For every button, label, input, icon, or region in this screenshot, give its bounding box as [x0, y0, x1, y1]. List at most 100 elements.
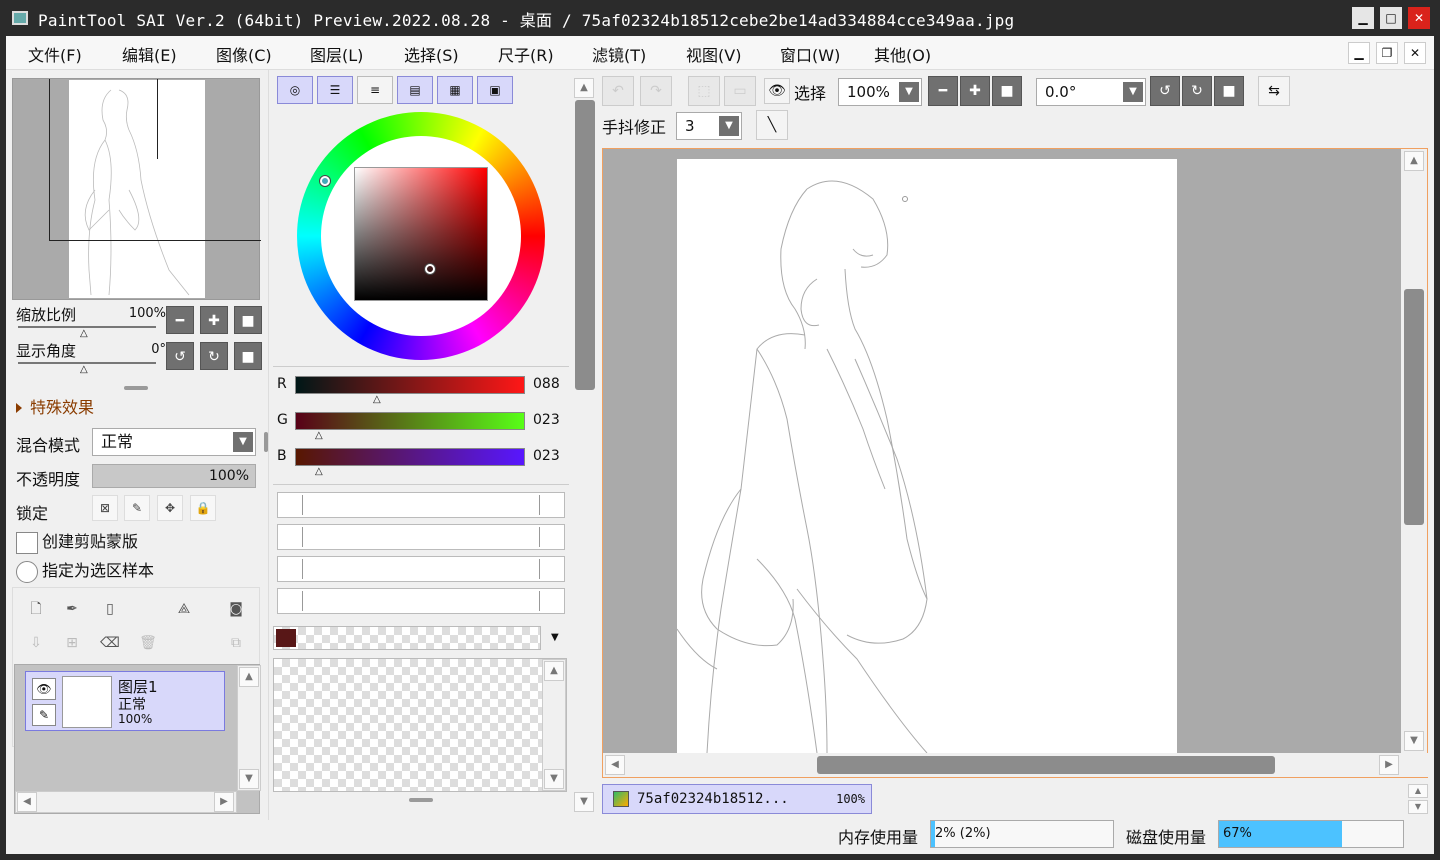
menu-edit[interactable]: 编辑(E) [122, 42, 177, 66]
tab-swatches[interactable]: ▦ [437, 76, 473, 104]
green-value[interactable]: 023 [533, 412, 560, 428]
current-color-swatch[interactable] [276, 629, 296, 647]
checkbox-box[interactable] [16, 560, 38, 583]
menu-layer[interactable]: 图层(L) [310, 42, 363, 66]
color-slider-slot[interactable] [277, 588, 565, 614]
deselect-button[interactable]: ⬚ [688, 76, 720, 106]
merge-down-icon[interactable]: ⊞ [61, 632, 83, 654]
zoom-in-button[interactable]: ✚ [200, 306, 228, 334]
red-thumb[interactable]: △ [373, 394, 381, 405]
document-tab[interactable]: 75af02324b18512... 100% [602, 784, 872, 814]
tab-scroll-down-icon[interactable]: ▼ [1408, 800, 1428, 814]
angle-select[interactable]: 0.0° ▼ [1036, 78, 1146, 106]
scroll-left-icon[interactable]: ◀ [605, 755, 625, 775]
selection-source-checkbox[interactable]: 指定为选区样本 [16, 557, 154, 583]
scroll-up-icon[interactable]: ▲ [239, 667, 259, 687]
clear-layer-icon[interactable]: ⌫ [99, 632, 121, 654]
chevron-down-icon[interactable]: ▼ [551, 632, 559, 643]
menu-image[interactable]: 图像(C) [216, 42, 272, 66]
undo-button[interactable]: ↶ [602, 76, 634, 106]
scroll-right-icon[interactable]: ▶ [214, 792, 234, 812]
clipping-mask-checkbox[interactable]: 创建剪贴蒙版 [16, 528, 138, 554]
scroll-down-icon[interactable]: ▼ [544, 769, 564, 789]
menu-filter[interactable]: 滤镜(T) [592, 42, 646, 66]
menu-file[interactable]: 文件(F) [28, 42, 82, 66]
scroll-left-icon[interactable]: ◀ [17, 792, 37, 812]
rotate-left-button[interactable]: ↺ [1150, 76, 1180, 106]
document-minimize-button[interactable]: ▁ [1348, 42, 1370, 64]
scratchpad-scrollbar[interactable]: ▲ ▼ [542, 659, 566, 791]
delete-layer-icon[interactable]: 🗑 [137, 632, 159, 654]
hue-picker[interactable] [320, 176, 330, 186]
opacity-slider[interactable]: 100% [92, 464, 256, 488]
straight-line-button[interactable]: ╲ [756, 110, 788, 140]
scroll-down-icon[interactable]: ▼ [239, 769, 259, 789]
scroll-down-icon[interactable]: ▼ [1404, 731, 1424, 751]
apply-mask-icon[interactable]: ⧉ [225, 632, 247, 654]
red-value[interactable]: 088 [533, 376, 560, 392]
rotate-reset-button[interactable]: ■ [1214, 76, 1244, 106]
stabilizer-select[interactable]: 3 ▼ [676, 112, 742, 140]
scrollbar-thumb[interactable] [575, 100, 595, 390]
rotate-right-button[interactable]: ↻ [1182, 76, 1212, 106]
canvas-viewport[interactable]: ▲ ▼ ◀ ▶ [602, 148, 1429, 778]
menu-window[interactable]: 窗口(W) [780, 42, 840, 66]
eye-icon[interactable]: 👁 [764, 78, 790, 104]
tab-rgb-sliders[interactable]: ☰ [317, 76, 353, 104]
menu-select[interactable]: 选择(S) [404, 42, 459, 66]
new-linework-layer-icon[interactable]: ✒ [61, 598, 83, 620]
tool-panel-scrollbar[interactable]: ▲ ▼ [572, 70, 598, 820]
lock-move-button[interactable]: ✥ [157, 495, 183, 521]
lock-transparency-button[interactable]: ⊠ [92, 495, 118, 521]
layer-list-hscrollbar[interactable]: ◀ ▶ [15, 791, 237, 813]
color-slider-slot[interactable] [277, 524, 565, 550]
close-button[interactable]: ✕ [1408, 7, 1430, 29]
lock-paint-button[interactable]: ✎ [124, 495, 150, 521]
zoom-out-button[interactable]: ━ [166, 306, 194, 334]
menu-other[interactable]: 其他(O) [874, 42, 931, 66]
rotate-right-button[interactable]: ↻ [200, 342, 228, 370]
lock-all-button[interactable]: 🔒 [190, 495, 216, 521]
pen-icon[interactable]: ✎ [32, 704, 56, 726]
invert-selection-button[interactable]: ▭ [724, 76, 756, 106]
zoom-reset-button[interactable]: ■ [234, 306, 262, 334]
red-track[interactable] [295, 376, 525, 394]
scroll-up-icon[interactable]: ▲ [544, 661, 564, 681]
tab-scratchpad[interactable]: ▣ [477, 76, 513, 104]
scratchpad[interactable]: ▲ ▼ [273, 658, 567, 792]
flip-horizontal-button[interactable]: ⇆ [1258, 76, 1290, 106]
tab-hsv-sliders[interactable]: ≡ [357, 76, 393, 104]
drawing-canvas[interactable] [676, 159, 1177, 754]
menu-ruler[interactable]: 尺子(R) [498, 42, 554, 66]
blue-value[interactable]: 023 [533, 448, 560, 464]
new-layer-icon[interactable]: 🗋 [25, 598, 47, 620]
red-slider[interactable]: R 088 △ [277, 376, 567, 406]
scroll-up-icon[interactable]: ▲ [574, 78, 594, 98]
document-close-button[interactable]: ✕ [1404, 42, 1426, 64]
canvas-vertical-scrollbar[interactable]: ▲ ▼ [1401, 149, 1427, 753]
checkbox-box[interactable] [16, 531, 38, 554]
zoom-in-button[interactable]: ✚ [960, 76, 990, 106]
layer-filter-icon[interactable]: ⟁ [173, 598, 195, 620]
tab-scroll-up-icon[interactable]: ▲ [1408, 784, 1428, 798]
maximize-button[interactable]: □ [1380, 7, 1402, 29]
zoom-slider-thumb[interactable]: △ [80, 328, 88, 339]
saturation-value-square[interactable] [354, 167, 488, 301]
current-color-bar[interactable] [273, 626, 541, 650]
scroll-down-icon[interactable]: ▼ [574, 792, 594, 812]
green-thumb[interactable]: △ [315, 430, 323, 441]
panel-splitter-handle[interactable] [124, 386, 148, 390]
green-track[interactable] [295, 412, 525, 430]
tab-color-wheel[interactable]: ◎ [277, 76, 313, 104]
scroll-up-icon[interactable]: ▲ [1404, 151, 1424, 171]
blend-mode-select[interactable]: 正常 ▼ [92, 428, 256, 456]
eye-icon[interactable]: 👁 [32, 678, 56, 700]
layer-mask-icon[interactable]: ◙ [225, 598, 247, 620]
scroll-right-icon[interactable]: ▶ [1379, 755, 1399, 775]
navigator-preview[interactable] [12, 78, 261, 300]
menu-view[interactable]: 视图(V) [686, 42, 741, 66]
zoom-out-button[interactable]: ━ [928, 76, 958, 106]
canvas-horizontal-scrollbar[interactable]: ◀ ▶ [603, 753, 1429, 777]
color-slider-slot[interactable] [277, 492, 565, 518]
green-slider[interactable]: G 023 △ [277, 412, 567, 442]
